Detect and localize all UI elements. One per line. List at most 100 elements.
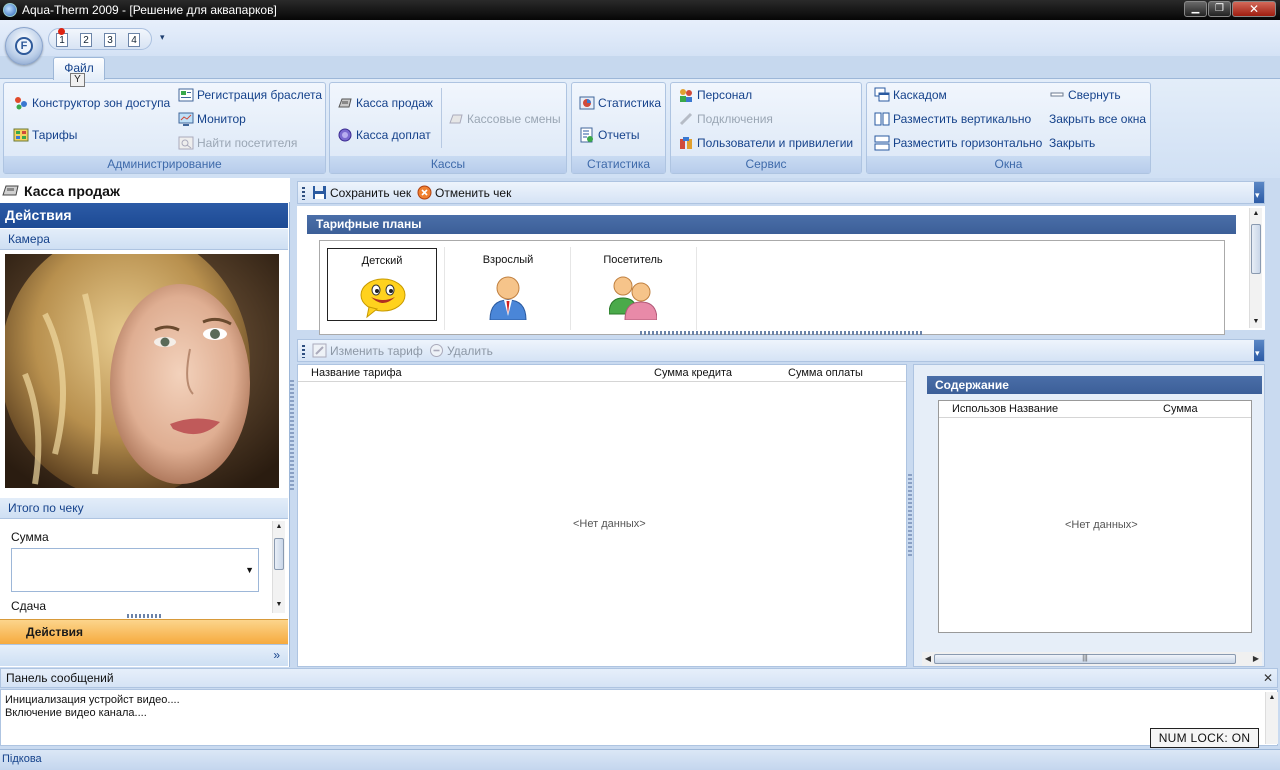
cancel-check-button[interactable]: Отменить чек: [417, 184, 511, 202]
column-header[interactable]: Сумма оплаты: [788, 367, 863, 379]
tariff-card-child[interactable]: Детский: [327, 248, 437, 321]
zones-icon: [15, 97, 27, 110]
toolbar-overflow-button[interactable]: [1254, 182, 1264, 203]
scroll-left-icon[interactable]: ◀: [922, 652, 934, 666]
sum-label: Сумма: [11, 530, 49, 544]
column-header[interactable]: Сумма кредита: [654, 367, 732, 379]
application-menu-button[interactable]: F: [5, 27, 43, 65]
restore-window-button[interactable]: ❐: [1208, 1, 1231, 17]
ribbon-group-label: Статистика: [572, 156, 665, 173]
qat-button-label: 1: [59, 35, 65, 46]
ribbon-item-label: Отчеты: [598, 128, 640, 142]
tariffs-button[interactable]: Тарифы: [13, 126, 77, 144]
toolbar-grip[interactable]: [302, 345, 305, 358]
tariff-plans-header: Тарифные планы: [307, 215, 1236, 234]
ribbon-group-administration: Конструктор зон доступа Тарифы Регистрац…: [3, 82, 326, 174]
monitor-button[interactable]: Монитор: [178, 110, 246, 128]
column-header[interactable]: Название: [1009, 403, 1058, 415]
tariff-plans-list: Детский Взрослый Посетитель: [319, 240, 1225, 335]
cash-shifts-button[interactable]: Кассовые смены: [448, 110, 561, 128]
close-icon[interactable]: ✕: [1263, 669, 1273, 687]
minimize-window-button[interactable]: ▁: [1184, 1, 1207, 17]
scroll-thumb[interactable]: [1251, 224, 1261, 274]
chevron-right-icon[interactable]: »: [273, 648, 280, 662]
edit-tariff-button[interactable]: Изменить тариф: [312, 342, 423, 360]
left-pane: Касса продаж Действия Камера Итого по че…: [0, 178, 290, 667]
navigation-expand-bar[interactable]: »: [0, 644, 288, 666]
scroll-up-icon[interactable]: ▲: [273, 521, 285, 533]
visitors-icon: [609, 276, 657, 320]
ribbon-item-label: Разместить вертикально: [893, 112, 1032, 126]
ribbon-group-windows: Каскадом Разместить вертикально Размести…: [866, 82, 1151, 174]
ribbon-item-label: Статистика: [598, 96, 662, 110]
close-all-windows-button[interactable]: Закрыть все окна: [1030, 110, 1146, 128]
qat-button-1[interactable]: 1: [53, 28, 71, 51]
toolbar-grip[interactable]: [302, 187, 305, 200]
sales-register-button[interactable]: Касса продаж: [337, 94, 433, 112]
tariff-card-visitor[interactable]: Посетитель: [578, 248, 688, 321]
reports-button[interactable]: Отчеты: [579, 126, 639, 144]
ribbon-item-label: Касса продаж: [356, 96, 433, 110]
column-header[interactable]: Сумма: [1163, 403, 1198, 415]
ribbon-group-registers: Касса продаж Касса доплат Кассовые смены…: [329, 82, 567, 174]
record-icon: [58, 28, 65, 35]
title-bar: Aqua-Therm 2009 - [Решение для аквапарко…: [0, 0, 1280, 20]
tariff-card-adult[interactable]: Взрослый: [453, 248, 563, 321]
sales-register-icon: [2, 185, 19, 196]
window-title: Aqua-Therm 2009 - [Решение для аквапарко…: [22, 3, 277, 17]
qat-button-3[interactable]: 3: [101, 31, 119, 51]
surcharge-register-icon: [338, 128, 352, 142]
minimize-all-button[interactable]: Свернуть: [1049, 86, 1121, 104]
tile-vertical-button[interactable]: Разместить вертикально: [874, 110, 1031, 128]
scroll-down-icon[interactable]: ▼: [1250, 316, 1262, 328]
tile-horizontal-button[interactable]: Разместить горизонтально: [874, 134, 1042, 152]
close-window-button[interactable]: ✕: [1232, 1, 1276, 17]
users-privileges-icon: [680, 137, 692, 149]
empty-grid-text: <Нет данных>: [573, 518, 646, 530]
statistics-button[interactable]: Статистика: [579, 94, 661, 112]
toolbar-label: Удалить: [447, 344, 493, 358]
cascade-button[interactable]: Каскадом: [874, 86, 947, 104]
ribbon-tab-row: [0, 56, 1280, 78]
totals-scrollbar[interactable]: ▲ ▼: [272, 521, 285, 613]
messages-panel-header: Панель сообщений ✕: [0, 668, 1278, 688]
scroll-down-icon[interactable]: ▼: [273, 599, 285, 611]
qat-customize-button[interactable]: ▾: [160, 32, 165, 43]
vertical-splitter[interactable]: [290, 380, 294, 490]
messages-scrollbar[interactable]: ▲: [1265, 692, 1278, 744]
surcharge-register-button[interactable]: Касса доплат: [337, 126, 431, 144]
status-text: Підкова: [2, 753, 42, 765]
actions-bar-button[interactable]: Действия: [0, 619, 288, 644]
scroll-up-icon[interactable]: ▲: [1250, 208, 1262, 220]
close-window-ribbon-button[interactable]: Закрыть: [1030, 134, 1095, 152]
qat-button-2[interactable]: 2: [77, 31, 95, 51]
bracelet-registration-button[interactable]: Регистрация браслета: [178, 86, 322, 104]
vertical-splitter[interactable]: [908, 474, 912, 556]
content-horizontal-scrollbar[interactable]: ◀ ||| ▶: [922, 652, 1262, 666]
connections-button[interactable]: Подключения: [678, 110, 773, 128]
app-icon: [3, 3, 17, 17]
zone-constructor-button[interactable]: Конструктор зон доступа: [13, 94, 170, 112]
check-toolbar: Сохранить чек Отменить чек: [297, 181, 1265, 204]
messages-panel: Инициализация устройст видео.... Включен…: [0, 689, 1278, 746]
column-header[interactable]: Использов: [952, 403, 1006, 415]
tariff-plans-scrollbar[interactable]: ▲ ▼: [1249, 208, 1262, 328]
find-visitor-button[interactable]: Найти посетителя: [178, 134, 297, 152]
splitter-grip[interactable]: [127, 614, 161, 618]
toolbar-overflow-button[interactable]: [1254, 340, 1264, 361]
splitter-grip[interactable]: [640, 331, 923, 335]
sum-field[interactable]: ▼: [11, 548, 259, 592]
delete-tariff-button[interactable]: Удалить: [429, 342, 493, 360]
personnel-button[interactable]: Персонал: [678, 86, 752, 104]
save-check-button[interactable]: Сохранить чек: [312, 184, 411, 202]
status-bar: Підкова: [0, 749, 1280, 770]
column-header[interactable]: Название тарифа: [311, 367, 402, 379]
message-line: Инициализация устройст видео....: [5, 694, 180, 706]
scroll-thumb[interactable]: [274, 538, 284, 570]
scroll-thumb[interactable]: |||: [934, 654, 1236, 664]
scroll-up-icon[interactable]: ▲: [1266, 692, 1278, 704]
qat-button-4[interactable]: 4: [125, 31, 143, 51]
scroll-right-icon[interactable]: ▶: [1250, 652, 1262, 666]
chevron-down-icon[interactable]: ▼: [245, 565, 254, 575]
users-privileges-button[interactable]: Пользователи и привилегии: [678, 134, 853, 152]
